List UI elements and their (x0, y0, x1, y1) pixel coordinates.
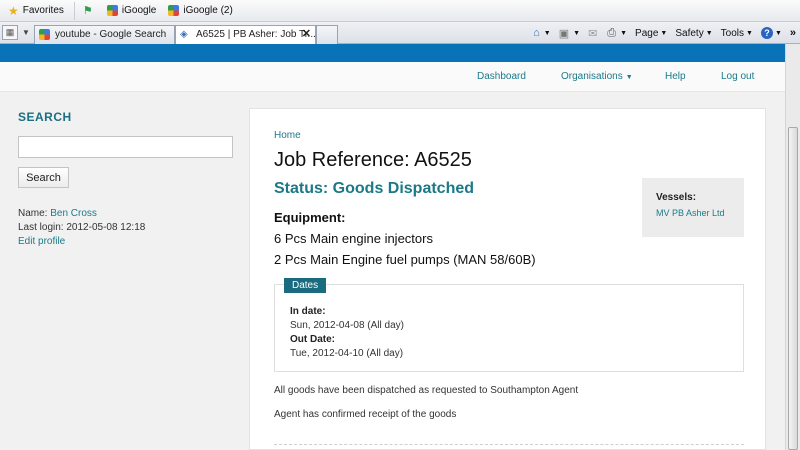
breadcrumb-home[interactable]: Home (274, 130, 301, 141)
last-login: Last login: 2012-05-08 12:18 (18, 222, 146, 233)
add-to-favorites-bar-icon[interactable]: ⚑ (83, 5, 97, 17)
page-title: Job Reference: A6525 (274, 149, 472, 171)
caret-down-icon: ▼ (625, 74, 633, 81)
user-name-line: Name: Ben Cross (18, 208, 97, 219)
mail-icon: ✉ (588, 27, 598, 40)
favorites-label: Favorites (22, 5, 64, 16)
help-menu[interactable]: ? ▼ (760, 27, 782, 39)
favorite-link-label: iGoogle (121, 5, 157, 16)
in-date-value: Sun, 2012-04-08 (All day) (290, 320, 404, 331)
in-date-label: In date: (290, 306, 326, 317)
search-heading: SEARCH (18, 110, 72, 124)
search-button[interactable]: Search (18, 167, 69, 188)
edit-profile-link[interactable]: Edit profile (18, 236, 65, 247)
home-button[interactable]: ⌂ ▼ (533, 27, 551, 39)
equipment-item: 6 Pcs Main engine injectors (274, 231, 433, 246)
browser-tab-job-tracking[interactable]: ◈ A6525 | PB Asher: Job Tr... ✕ (175, 25, 316, 44)
star-icon: ★ (8, 3, 19, 18)
job-note: All goods have been dispatched as reques… (274, 385, 579, 396)
user-name-link[interactable]: Ben Cross (50, 208, 97, 219)
igoogle-icon (106, 5, 118, 16)
vessels-panel: Vessels: MV PB Asher Ltd (642, 178, 744, 237)
search-input[interactable] (18, 136, 233, 158)
page-menu[interactable]: Page ▼ (635, 28, 667, 39)
nav-logout[interactable]: Log out (721, 71, 754, 82)
equipment-item: 2 Pcs Main Engine fuel pumps (MAN 58/60B… (274, 252, 536, 267)
out-date-value: Tue, 2012-04-10 (All day) (290, 348, 404, 359)
dates-fieldset: Dates In date: Sun, 2012-04-08 (All day)… (274, 278, 744, 372)
favorite-link-igoogle[interactable]: iGoogle (101, 2, 162, 20)
user-name-label: Name: (18, 208, 48, 219)
help-icon: ? (760, 27, 773, 39)
safety-menu[interactable]: Safety ▼ (675, 28, 712, 39)
job-detail-card: Home Job Reference: A6525 Status: Goods … (249, 108, 766, 450)
read-mail-button[interactable]: ✉ (588, 27, 599, 40)
equipment-heading: Equipment: (274, 210, 346, 225)
page-icon: ◈ (180, 29, 188, 40)
tab-title: A6525 | PB Asher: Job Tr... (196, 29, 316, 40)
feeds-icon: ▣ (558, 27, 570, 40)
browser-tab-youtube-search[interactable]: youtube - Google Search (34, 25, 175, 44)
quick-tabs-icon[interactable]: ▦ (2, 25, 18, 40)
nav-organisations[interactable]: Organisations ▼ (561, 71, 633, 82)
google-icon (39, 29, 50, 40)
command-bar: ⌂ ▼ ▣ ▼ ✉ ⎙ ▼ Page ▼ Safety ▼ Tools ▼ ? ▼ » (525, 25, 796, 41)
out-date-label: Out Date: (290, 334, 335, 345)
close-tab-icon[interactable]: ✕ (302, 26, 311, 43)
tab-list-dropdown-icon[interactable]: ▼ (22, 25, 30, 40)
job-note: Agent has confirmed receipt of the goods (274, 409, 457, 420)
vessel-link[interactable]: MV PB Asher Ltd (656, 208, 744, 218)
scrollbar-thumb[interactable] (788, 127, 798, 450)
print-button[interactable]: ⎙ ▼ (607, 27, 627, 40)
dates-legend: Dates (284, 278, 327, 293)
browser-tab-bar: ▦ ▼ youtube - Google Search ◈ A6525 | PB… (0, 22, 800, 44)
site-navigation: Dashboard Organisations ▼ Help Log out (0, 62, 785, 92)
tools-menu[interactable]: Tools ▼ (721, 28, 753, 39)
new-tab-button[interactable] (316, 25, 338, 44)
favorites-bar: ★ Favorites ⚑ iGoogle iGoogle (2) (0, 0, 800, 22)
printer-icon: ⎙ (607, 26, 617, 39)
feeds-button[interactable]: ▣ ▼ (559, 27, 580, 40)
more-commands-icon[interactable]: » (790, 27, 796, 39)
igoogle-icon (168, 5, 180, 16)
divider (274, 444, 744, 445)
tab-title: youtube - Google Search (55, 29, 167, 40)
favorite-link-igoogle-2[interactable]: iGoogle (2) (162, 2, 238, 20)
favorite-link-label: iGoogle (2) (183, 5, 233, 16)
nav-help[interactable]: Help (665, 71, 686, 82)
job-status: Status: Goods Dispatched (274, 180, 475, 197)
favorites-button[interactable]: ★ Favorites (0, 1, 75, 20)
nav-dashboard[interactable]: Dashboard (477, 71, 526, 82)
site-header-band (0, 44, 785, 62)
page-scrollbar[interactable] (785, 44, 800, 450)
home-icon: ⌂ (533, 27, 540, 39)
vessels-heading: Vessels: (656, 192, 697, 203)
